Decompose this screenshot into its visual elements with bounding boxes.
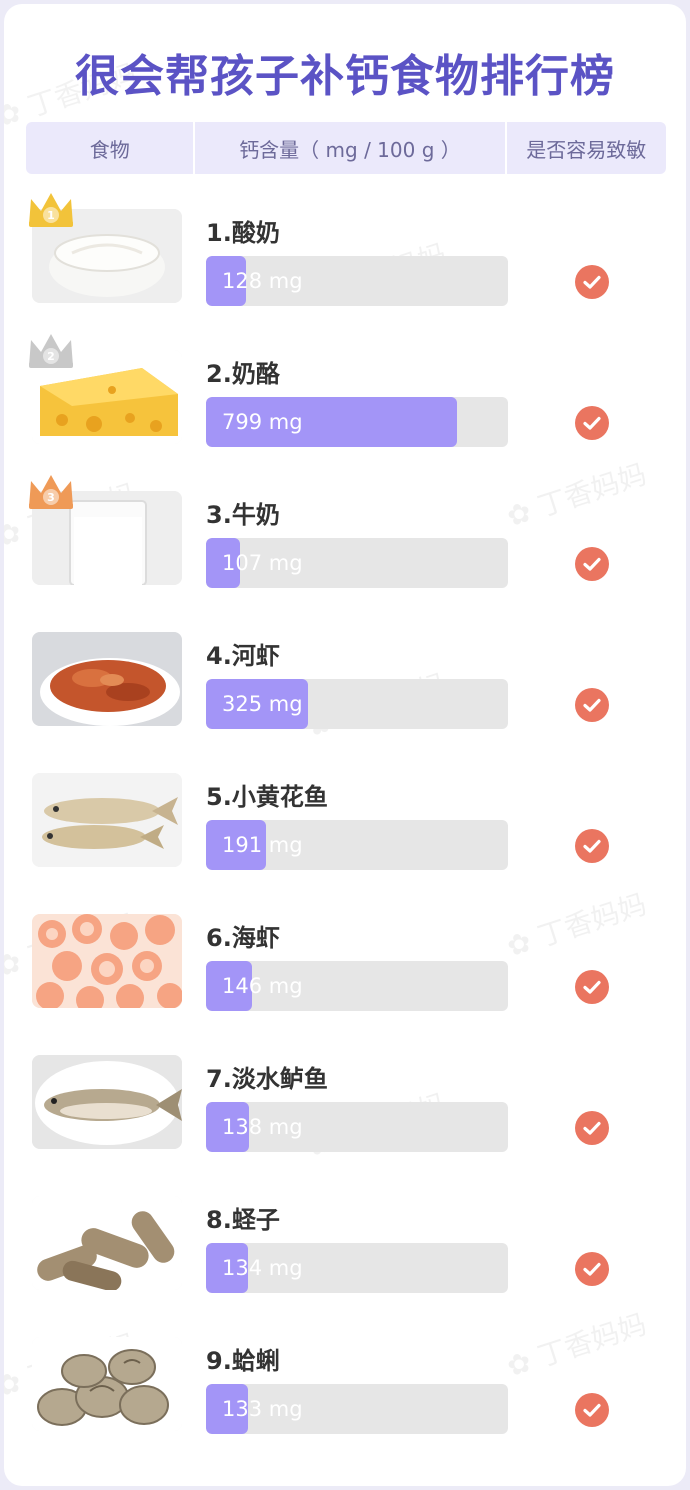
table-row: 8.蛏子 134 mg <box>4 1188 686 1329</box>
food-name: 5.小黄花鱼 <box>206 783 328 811</box>
food-name: 4.河虾 <box>206 642 280 670</box>
check-icon <box>575 829 609 863</box>
bar-track: 191 mg <box>206 820 508 870</box>
bar-track: 133 mg <box>206 1384 508 1434</box>
table-row: 2 2.奶酪 799 mg <box>4 334 686 483</box>
bar-track: 107 mg <box>206 538 508 588</box>
header-food: 食物 <box>26 122 196 174</box>
bar-value-label: 146 mg <box>222 974 303 998</box>
food-name: 6.海虾 <box>206 924 280 952</box>
table-row: 5.小黄花鱼 191 mg <box>4 765 686 906</box>
table-header: 食物 钙含量（ mg / 100 g ） 是否容易致敏 <box>26 122 666 174</box>
ranking-card: ✿ 丁香妈妈✿ 丁香妈妈✿ 丁香妈妈✿ 丁香妈妈✿ 丁香妈妈✿ 丁香妈妈✿ 丁香… <box>4 4 686 1486</box>
check-icon <box>575 406 609 440</box>
check-icon <box>575 1111 609 1145</box>
bar-track: 128 mg <box>206 256 508 306</box>
bar-value-label: 799 mg <box>222 410 303 434</box>
crown-shape: 3 <box>29 475 73 509</box>
yellow-croaker-icon <box>32 773 182 867</box>
food-name: 3.牛奶 <box>206 501 280 529</box>
crown-shape: 1 <box>29 193 73 227</box>
sea-shrimp-icon <box>32 914 182 1008</box>
bar-track: 799 mg <box>206 397 508 447</box>
crown-rank-label: 1 <box>47 209 55 222</box>
check-icon <box>575 970 609 1004</box>
rank-crown-icon: 3 <box>26 471 76 511</box>
check-icon <box>575 265 609 299</box>
bar-value-label: 133 mg <box>222 1397 303 1421</box>
food-name: 2.奶酪 <box>206 360 280 388</box>
bar-track: 138 mg <box>206 1102 508 1152</box>
river-shrimp-icon <box>32 632 182 726</box>
table-row: 4.河虾 325 mg <box>4 624 686 765</box>
bar-value-label: 107 mg <box>222 551 303 575</box>
crown-rank-label: 2 <box>47 350 55 363</box>
bar-value-label: 325 mg <box>222 692 303 716</box>
crown-shape: 2 <box>29 334 73 368</box>
page-title: 很会帮孩子补钙食物排行榜 <box>75 51 615 102</box>
food-name: 9.蛤蜊 <box>206 1347 280 1375</box>
check-icon <box>575 547 609 581</box>
table-row: 7.淡水鲈鱼 138 mg <box>4 1047 686 1188</box>
crown-rank-label: 3 <box>47 491 55 504</box>
bar-value-label: 134 mg <box>222 1256 303 1280</box>
header-allergy: 是否容易致敏 <box>526 137 647 162</box>
bar-track: 146 mg <box>206 961 508 1011</box>
check-icon <box>575 688 609 722</box>
table-row: 1 1.酸奶 128 mg <box>4 193 686 342</box>
bar-track: 134 mg <box>206 1243 508 1293</box>
food-name: 1.酸奶 <box>206 219 280 247</box>
razor-clam-icon <box>32 1196 182 1290</box>
bar-value-label: 128 mg <box>222 269 303 293</box>
table-row: 6.海虾 146 mg <box>4 906 686 1047</box>
bar-track: 325 mg <box>206 679 508 729</box>
rank-crown-icon: 1 <box>26 189 76 229</box>
table-row: 9.蛤蜊 133 mg <box>4 1329 686 1470</box>
bar-value-label: 191 mg <box>222 833 303 857</box>
table-row: 3 3.牛奶 107 mg <box>4 475 686 624</box>
check-icon <box>575 1252 609 1286</box>
food-name: 8.蛏子 <box>206 1206 280 1234</box>
bar-value-label: 138 mg <box>222 1115 303 1139</box>
header-calcium: 钙含量（ mg / 100 g ） <box>195 122 507 174</box>
perch-icon <box>32 1055 182 1149</box>
check-icon <box>575 1393 609 1427</box>
food-name: 7.淡水鲈鱼 <box>206 1065 328 1093</box>
rank-crown-icon: 2 <box>26 330 76 370</box>
clam-icon <box>32 1337 182 1431</box>
